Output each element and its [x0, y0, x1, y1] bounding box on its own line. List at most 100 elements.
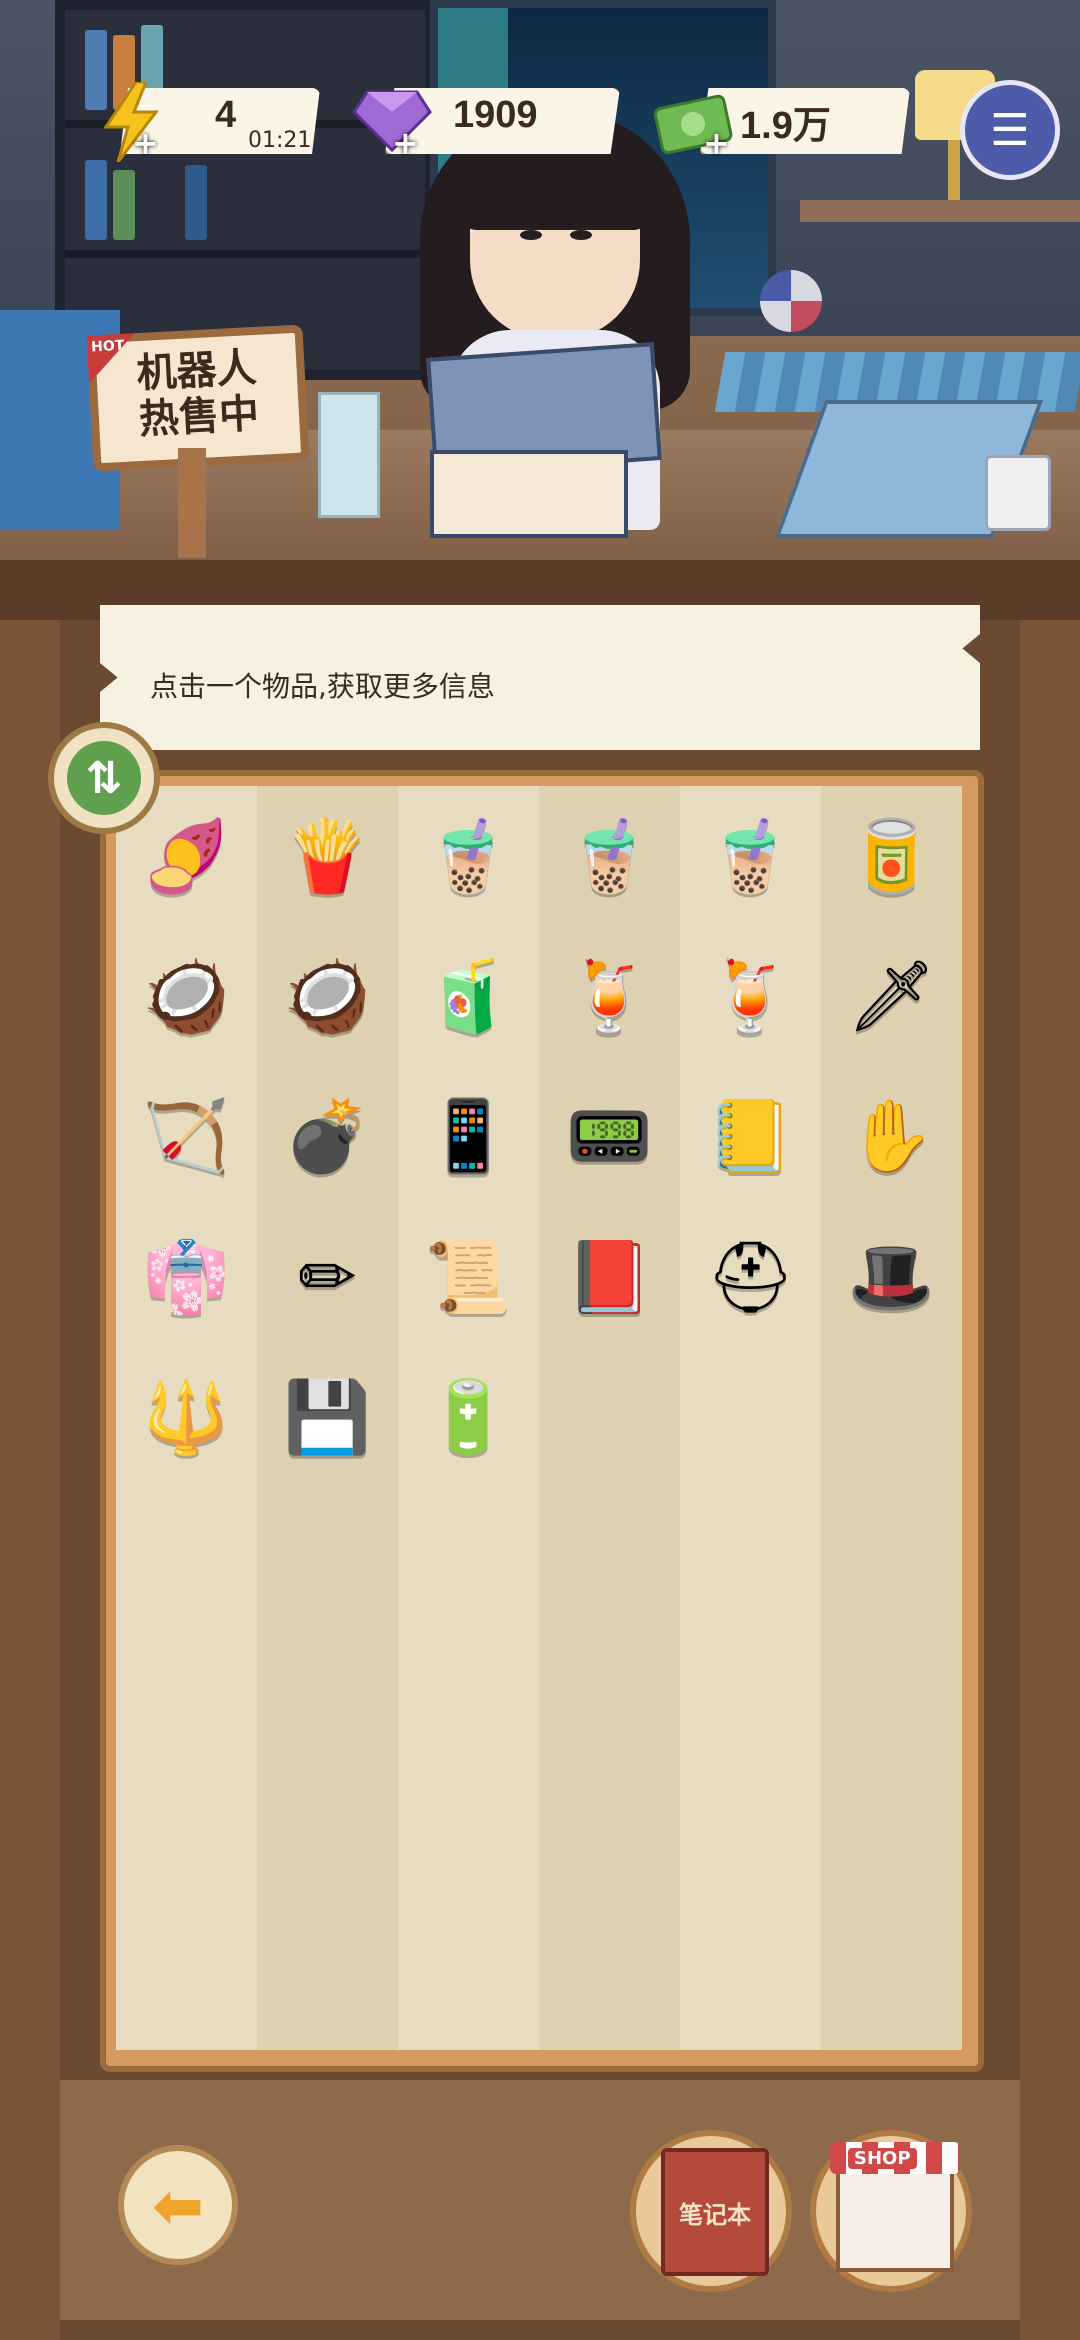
- orange-tea-pitcher-icon[interactable]: 🍹: [558, 945, 662, 1049]
- inventory-slot[interactable]: ⛑: [680, 1207, 821, 1348]
- paper-scroll-icon[interactable]: 📜: [417, 1225, 521, 1329]
- notebook-label: 笔记本: [679, 2200, 751, 2229]
- coconut-drink-icon[interactable]: 🥥: [135, 945, 239, 1049]
- cash-plus-button[interactable]: +: [703, 127, 730, 159]
- buddha-hand-icon[interactable]: ✋: [840, 1085, 944, 1189]
- inventory-slot[interactable]: 📜: [398, 1207, 539, 1348]
- inventory-slot[interactable]: 👘: [116, 1207, 257, 1348]
- inventory-slot[interactable]: 🍟: [257, 786, 398, 927]
- inventory-slot[interactable]: [680, 1628, 821, 1769]
- inventory-slot[interactable]: [680, 1909, 821, 2050]
- inventory-slot[interactable]: [116, 1487, 257, 1629]
- cannon-icon[interactable]: 💣: [276, 1085, 380, 1189]
- inventory-slot[interactable]: 📱: [398, 1066, 539, 1208]
- inventory-slot[interactable]: [398, 1909, 539, 2050]
- inventory-slot[interactable]: [821, 1347, 962, 1488]
- inventory-slot[interactable]: ✋: [821, 1066, 962, 1208]
- short-sword-icon[interactable]: 🗡: [840, 945, 944, 1049]
- orange-juice-jar-icon[interactable]: 🧃: [417, 945, 521, 1049]
- hi-tea-bubble-tea-icon[interactable]: 🧋: [699, 804, 803, 908]
- roasted-sweet-potato-icon[interactable]: 🍠: [135, 804, 239, 908]
- sign-line2: 热售中: [137, 390, 261, 444]
- inventory-slot[interactable]: [821, 1909, 962, 2050]
- inventory-slot[interactable]: 🧋: [680, 786, 821, 927]
- sort-button[interactable]: ⇅: [48, 722, 160, 834]
- inventory-slot[interactable]: 🍹: [680, 926, 821, 1067]
- inventory-slot[interactable]: [680, 1768, 821, 1910]
- inventory-slot[interactable]: 🍹: [539, 926, 680, 1067]
- inventory-slot[interactable]: 📕: [539, 1207, 680, 1348]
- sign-post: [178, 448, 206, 558]
- inventory-slot[interactable]: 📒: [680, 1066, 821, 1208]
- inventory-slot[interactable]: 📟: [539, 1066, 680, 1208]
- inventory-slot[interactable]: [821, 1628, 962, 1769]
- inventory-slot[interactable]: [257, 1768, 398, 1910]
- inventory-slot[interactable]: 🏹: [116, 1066, 257, 1208]
- inventory-slot[interactable]: [821, 1768, 962, 1910]
- inventory-slot[interactable]: [539, 1487, 680, 1629]
- inventory-slot[interactable]: [539, 1909, 680, 2050]
- energy-plus-button[interactable]: +: [132, 127, 159, 159]
- inventory-slot[interactable]: 🥥: [116, 926, 257, 1067]
- inventory-slot[interactable]: [398, 1487, 539, 1629]
- inventory-slot[interactable]: 🔱: [116, 1347, 257, 1488]
- energy-timer: 01:21: [248, 128, 312, 153]
- inventory-slot[interactable]: 🧋: [398, 786, 539, 927]
- inventory-slot[interactable]: 🎩: [821, 1207, 962, 1348]
- inventory-slot[interactable]: [821, 1487, 962, 1629]
- inventory-slot[interactable]: [398, 1628, 539, 1769]
- golden-helmet-icon[interactable]: ⛑: [699, 1225, 803, 1329]
- inventory-slot[interactable]: [539, 1347, 680, 1488]
- pencil-icon[interactable]: ✏: [276, 1225, 380, 1329]
- inventory-slot[interactable]: [680, 1347, 821, 1488]
- tablet-icon[interactable]: 📟: [558, 1085, 662, 1189]
- memory-card-icon[interactable]: 💾: [276, 1366, 380, 1470]
- hi-tea-bubble-tea-icon[interactable]: 🧋: [417, 804, 521, 908]
- inventory-slot[interactable]: [257, 1487, 398, 1629]
- inventory-slot[interactable]: ✏: [257, 1207, 398, 1348]
- capsule-device-icon[interactable]: 🔋: [417, 1366, 521, 1470]
- inventory-slot[interactable]: 🧋: [539, 786, 680, 927]
- side-table: [800, 200, 1080, 222]
- hi-tea-bubble-tea-icon[interactable]: 🧋: [558, 804, 662, 908]
- notebook-button[interactable]: 笔记本: [630, 2130, 792, 2292]
- sort-arrows-icon: ⇅: [67, 741, 141, 815]
- notebook-icon: 笔记本: [661, 2148, 769, 2276]
- coconut-drink-icon[interactable]: 🥥: [276, 945, 380, 1049]
- back-button[interactable]: ⬅: [118, 2145, 238, 2265]
- red-book-icon[interactable]: 📕: [558, 1225, 662, 1329]
- mug: [985, 455, 1051, 531]
- inventory-slot[interactable]: [680, 1487, 821, 1629]
- inventory-slot[interactable]: [116, 1628, 257, 1769]
- gem-plus-button[interactable]: +: [392, 127, 419, 159]
- magic-staff-icon[interactable]: 🔱: [135, 1366, 239, 1470]
- inventory-slot[interactable]: [257, 1909, 398, 2050]
- inventory-slot[interactable]: [257, 1628, 398, 1769]
- inventory-grid: 🍠 🍟 🧋 🧋 🧋 🥫 🥥 🥥 🧃 🍹 🍹 🗡 🏹 💣 📱 📟 📒 ✋ 👘 ✏ 📜 📕 ⛑ 🎩 🔱 💾 🔋: [116, 786, 962, 2050]
- inventory-slot[interactable]: 🥫: [821, 786, 962, 927]
- shop-button[interactable]: SHOP: [810, 2130, 972, 2292]
- inventory-slot[interactable]: [539, 1628, 680, 1769]
- inventory-slot[interactable]: [398, 1768, 539, 1910]
- crossbow-icon[interactable]: 🏹: [135, 1085, 239, 1189]
- inventory-slot[interactable]: 🥥: [257, 926, 398, 1067]
- flip-phone-icon[interactable]: 📱: [417, 1085, 521, 1189]
- orange-tea-pitcher-icon[interactable]: 🍹: [699, 945, 803, 1049]
- inventory-slot[interactable]: [116, 1768, 257, 1910]
- golden-book-icon[interactable]: 📒: [699, 1085, 803, 1189]
- inventory-slot[interactable]: [539, 1768, 680, 1910]
- inventory-slot[interactable]: 🧃: [398, 926, 539, 1067]
- inventory-slot[interactable]: 💣: [257, 1066, 398, 1208]
- cash-value: 1.9万: [740, 105, 831, 147]
- inventory-slot[interactable]: 🔋: [398, 1347, 539, 1488]
- beach-ball: [760, 270, 822, 332]
- wizard-hat-icon[interactable]: 🎩: [840, 1225, 944, 1329]
- back-arrow-icon: ⬅: [152, 2168, 204, 2242]
- task-list-button[interactable]: ☰: [960, 80, 1060, 180]
- straw-hat-cloak-icon[interactable]: 👘: [135, 1225, 239, 1329]
- inventory-slot[interactable]: 🗡: [821, 926, 962, 1067]
- coconut-juice-can-icon[interactable]: 🥫: [840, 804, 944, 908]
- french-fries-icon[interactable]: 🍟: [276, 804, 380, 908]
- inventory-slot[interactable]: 💾: [257, 1347, 398, 1488]
- inventory-slot[interactable]: [116, 1909, 257, 2050]
